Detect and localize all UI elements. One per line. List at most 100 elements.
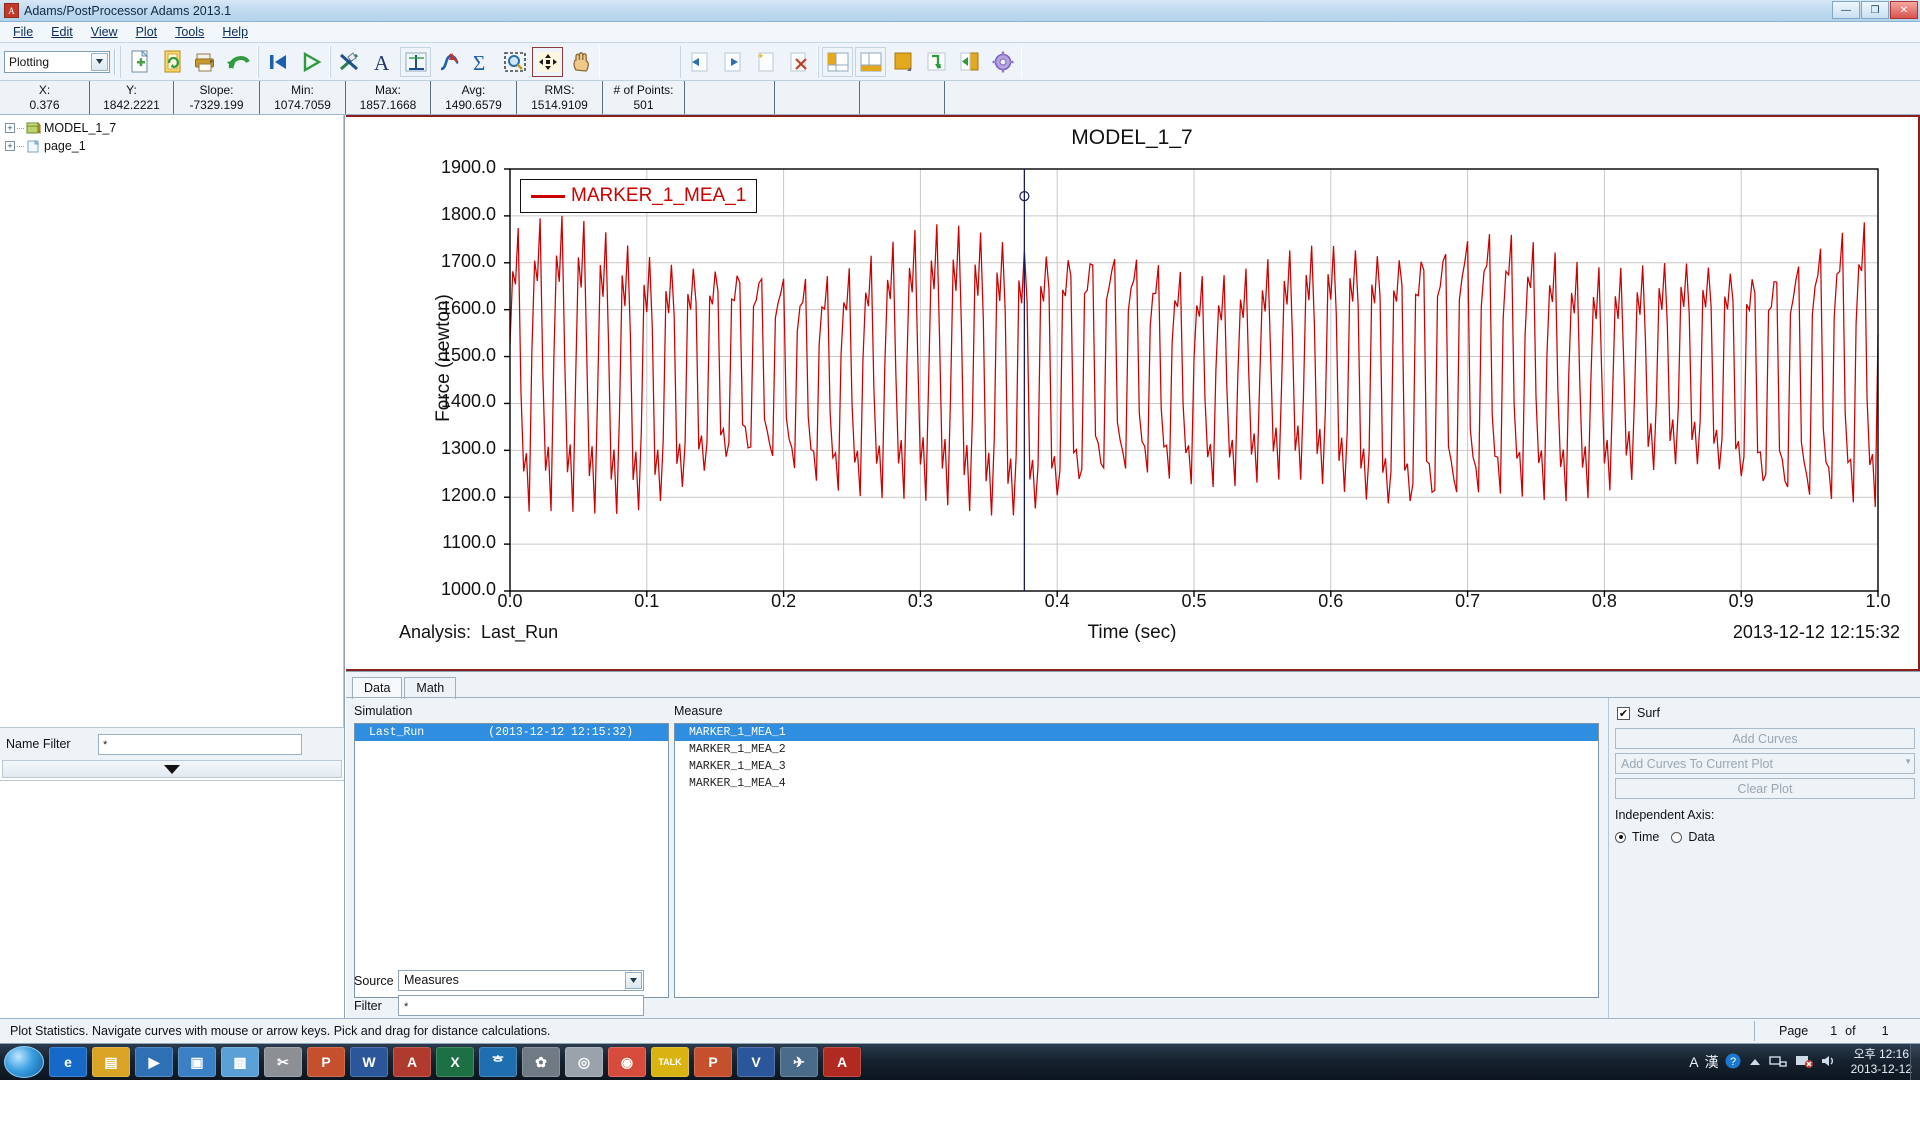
chrome-icon[interactable]: ◉: [608, 1047, 646, 1077]
menu-edit[interactable]: Edit: [42, 23, 82, 41]
tab-data[interactable]: Data: [352, 677, 403, 699]
help-icon[interactable]: ?: [1725, 1053, 1741, 1072]
filter-input[interactable]: [398, 995, 644, 1016]
adams-postprocessor-icon[interactable]: ✈: [780, 1047, 818, 1077]
ime-han-icon[interactable]: 漢: [1705, 1052, 1719, 1072]
menu-plot[interactable]: Plot: [127, 23, 167, 41]
play-icon[interactable]: [295, 47, 326, 77]
clear-plot-button[interactable]: Clear Plot: [1615, 778, 1915, 799]
settings-gear-icon[interactable]: [987, 47, 1018, 77]
stat-slope-label: Slope:: [199, 82, 234, 97]
layout-bottom-icon[interactable]: [855, 46, 886, 77]
word-icon[interactable]: W: [350, 1047, 388, 1077]
autocad-icon[interactable]: A: [393, 1047, 431, 1077]
volume-icon[interactable]: [1821, 1054, 1839, 1071]
independent-axis-label: Independent Axis:: [1615, 808, 1715, 822]
chevron-down-icon[interactable]: ▼: [1904, 757, 1912, 766]
expander-plus-icon[interactable]: +: [5, 141, 15, 151]
powerpoint2-icon[interactable]: P: [694, 1047, 732, 1077]
maximize-button[interactable]: ❐: [1861, 1, 1889, 19]
chevron-down-icon[interactable]: [91, 52, 108, 71]
media-player-icon[interactable]: ▶: [135, 1047, 173, 1077]
svg-text:Σ: Σ: [473, 51, 485, 74]
sum-icon[interactable]: Σ: [466, 47, 497, 77]
source-combobox-value: Measures: [404, 973, 459, 987]
show-desktop-button[interactable]: [1910, 1044, 1920, 1080]
plot-canvas[interactable]: MODEL_1_7 Force (newton) Time (sec) Anal…: [346, 115, 1920, 671]
page-next-icon[interactable]: [717, 47, 748, 77]
tab-math[interactable]: Math: [404, 677, 457, 699]
expander-plus-icon[interactable]: +: [5, 123, 15, 133]
zoom-select-icon[interactable]: [499, 47, 530, 77]
chevron-down-icon[interactable]: [625, 972, 642, 989]
pan-hand-icon[interactable]: [565, 47, 596, 77]
chevron-up-icon[interactable]: [1749, 1055, 1761, 1069]
plot-legend[interactable]: MARKER_1_MEA_1: [520, 179, 758, 213]
action-center-icon[interactable]: [1795, 1054, 1813, 1071]
text-icon[interactable]: A: [367, 47, 398, 77]
first-frame-icon[interactable]: [262, 47, 293, 77]
menu-file[interactable]: File: [4, 23, 42, 41]
page-delete-icon[interactable]: [783, 47, 814, 77]
page-new-icon[interactable]: ✦: [750, 47, 781, 77]
kakaotalk-icon[interactable]: TALK: [651, 1047, 689, 1077]
hancom-icon[interactable]: ᄒ: [479, 1047, 517, 1077]
surf-checkbox[interactable]: ✔: [1617, 706, 1630, 720]
name-filter-dropdown-bar[interactable]: [2, 760, 342, 778]
new-page-icon[interactable]: [124, 47, 155, 77]
tree-connector: [17, 127, 24, 129]
source-combobox[interactable]: Measures: [398, 970, 644, 991]
ime-a-icon[interactable]: A: [1689, 1054, 1698, 1070]
surf-checkbox-row[interactable]: ✔ Surf: [1617, 706, 1660, 720]
excel-icon[interactable]: X: [436, 1047, 474, 1077]
list-item[interactable]: MARKER_1_MEA_3: [675, 758, 1598, 775]
list-item[interactable]: Last_Run (2013-12-12 12:15:32): [355, 724, 668, 741]
stat-slope: Slope: -7329.199: [174, 81, 260, 114]
window-icon[interactable]: ▣: [178, 1047, 216, 1077]
model-tree[interactable]: + MODEL_1_7 + page_1: [0, 115, 344, 728]
radio-data[interactable]: [1671, 831, 1683, 843]
menu-view[interactable]: View: [82, 23, 127, 41]
adams-active-icon[interactable]: A: [823, 1047, 861, 1077]
reload-icon[interactable]: [157, 47, 188, 77]
print-icon[interactable]: [190, 47, 221, 77]
image-viewer-icon[interactable]: ▩: [221, 1047, 259, 1077]
simulation-list[interactable]: Last_Run (2013-12-12 12:15:32): [354, 723, 669, 998]
list-item[interactable]: MARKER_1_MEA_2: [675, 741, 1598, 758]
menu-help[interactable]: Help: [213, 23, 257, 41]
layout-single-icon[interactable]: [888, 47, 919, 77]
radio-time[interactable]: [1615, 831, 1626, 843]
visio-icon[interactable]: V: [737, 1047, 775, 1077]
add-curves-to-plot-combobox[interactable]: Add Curves To Current Plot ▼: [1615, 753, 1915, 774]
taskbar-clock[interactable]: 오후 12:16 2013-12-12: [1851, 1047, 1912, 1077]
network-icon[interactable]: [1768, 1054, 1787, 1071]
menu-file-label: File: [13, 25, 34, 39]
back-icon[interactable]: [954, 47, 985, 77]
add-curves-button[interactable]: Add Curves: [1615, 728, 1915, 749]
start-orb-icon[interactable]: [4, 1046, 44, 1078]
tree-item-model[interactable]: + MODEL_1_7: [5, 119, 343, 137]
fit-view-icon[interactable]: [532, 46, 563, 77]
minimize-button[interactable]: —: [1832, 1, 1860, 19]
axis-icon[interactable]: [400, 46, 431, 77]
close-button[interactable]: ✕: [1890, 1, 1918, 19]
settings-icon[interactable]: ✿: [522, 1047, 560, 1077]
swap-icon[interactable]: [921, 47, 952, 77]
internet-explorer-icon[interactable]: e: [49, 1047, 87, 1077]
file-explorer-icon[interactable]: ▤: [92, 1047, 130, 1077]
list-item[interactable]: MARKER_1_MEA_1: [675, 724, 1598, 741]
undo-icon[interactable]: [223, 47, 254, 77]
page-prev-icon[interactable]: [684, 47, 715, 77]
snipping-tool-icon[interactable]: ✂: [264, 1047, 302, 1077]
tree-item-page[interactable]: + page_1: [5, 137, 343, 155]
cd-burner-icon[interactable]: ◎: [565, 1047, 603, 1077]
measure-list[interactable]: MARKER_1_MEA_1 MARKER_1_MEA_2 MARKER_1_M…: [674, 723, 1599, 998]
list-item[interactable]: MARKER_1_MEA_4: [675, 775, 1598, 792]
menu-tools[interactable]: Tools: [166, 23, 213, 41]
powerpoint-icon[interactable]: P: [307, 1047, 345, 1077]
clear-plot-icon[interactable]: [334, 47, 365, 77]
mode-combobox[interactable]: Plotting: [4, 50, 110, 73]
name-filter-input[interactable]: [98, 733, 302, 755]
curve-icon[interactable]: [433, 47, 464, 77]
layout-left-icon[interactable]: [822, 46, 853, 77]
